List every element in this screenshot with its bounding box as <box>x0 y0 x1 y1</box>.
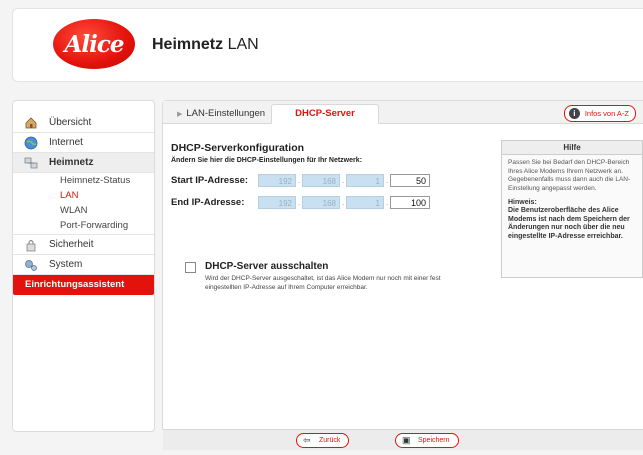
sidebar-subitem-wlan[interactable]: WLAN <box>13 203 154 218</box>
sidebar-item-label: Übersicht <box>49 117 92 128</box>
app-frame: Alice Heimnetz LAN Übersicht Internet He… <box>0 0 643 455</box>
octet-separator: . <box>342 176 345 185</box>
octet-separator: . <box>386 198 389 207</box>
end-ip-octet-4-input[interactable]: 100 <box>390 196 430 209</box>
sidebar-item-sicherheit[interactable]: Sicherheit <box>13 235 154 255</box>
sidebar-nav: Übersicht Internet Heimnetz Heimnetz-Sta… <box>13 113 154 295</box>
back-label: Zurück <box>319 437 341 444</box>
tab-arrow-icon: ▶ <box>177 111 183 118</box>
sidebar-item-uebersicht[interactable]: Übersicht <box>13 113 154 133</box>
help-box: Hilfe Passen Sie bei Bedarf den DHCP-Ber… <box>501 140 643 278</box>
globe-icon <box>24 136 38 150</box>
sidebar-subitem-heimnetz-status[interactable]: Heimnetz-Status <box>13 173 154 188</box>
end-ip-octet-3: 1 <box>346 196 384 209</box>
house-icon <box>25 117 37 129</box>
section-title: DHCP-Serverkonfiguration <box>171 142 305 154</box>
sidebar-item-system[interactable]: System <box>13 255 154 275</box>
end-ip-octet-1: 192 <box>258 196 296 209</box>
alice-logo: Alice <box>53 19 135 69</box>
octet-separator: . <box>342 198 345 207</box>
instructions: Ändern Sie hier die DHCP-Einstellungen f… <box>171 157 362 164</box>
network-icon <box>24 157 38 169</box>
setup-wizard-button[interactable]: Einrichtungsassistent <box>13 275 154 295</box>
help-note-heading: Hinweis: <box>508 199 537 206</box>
floppy-disk-icon: ▣ <box>402 435 411 445</box>
start-ip-octet-4-input[interactable]: 50 <box>390 174 430 187</box>
tab-label: LAN-Einstellungen <box>186 108 266 119</box>
sidebar: Übersicht Internet Heimnetz Heimnetz-Sta… <box>12 100 155 432</box>
sidebar-item-label: Heimnetz <box>49 157 94 168</box>
help-title: Hilfe <box>502 141 642 155</box>
save-label: Speichern <box>418 437 450 444</box>
start-ip-label: Start IP-Adresse: <box>171 175 249 186</box>
help-text: Passen Sie bei Bedarf den DHCP-Bereich I… <box>508 159 631 192</box>
dhcp-off-description: Wird der DHCP-Server ausgeschaltet, ist … <box>205 275 441 291</box>
start-ip-octet-3: 1 <box>346 174 384 187</box>
tab-dhcp-server[interactable]: DHCP-Server <box>271 104 379 124</box>
sidebar-item-label: System <box>49 259 83 270</box>
footer-bar: ⇦ Zurück ▣ Speichern <box>163 429 643 450</box>
infos-label: Infos von A-Z <box>584 109 629 118</box>
sidebar-subitem-lan[interactable]: LAN <box>13 188 154 203</box>
octet-separator: . <box>298 198 301 207</box>
sidebar-item-internet[interactable]: Internet <box>13 133 154 153</box>
lock-icon <box>26 240 36 252</box>
octet-separator: . <box>298 176 301 185</box>
help-note: Die Benutzeroberfläche des Alice Modems … <box>508 207 630 240</box>
octet-separator: . <box>386 176 389 185</box>
dhcp-off-label: DHCP-Server ausschalten <box>205 261 329 272</box>
end-ip-label: End IP-Adresse: <box>171 197 245 208</box>
back-button[interactable]: ⇦ Zurück <box>296 433 350 448</box>
sidebar-item-label: Sicherheit <box>49 239 94 250</box>
back-arrow-icon: ⇦ <box>303 435 311 445</box>
infos-a-z-button[interactable]: i Infos von A-Z <box>563 105 636 122</box>
sidebar-subitem-port-forwarding[interactable]: Port-Forwarding <box>13 218 154 235</box>
tab-bar: ▶ LAN-Einstellungen DHCP-Server i Infos vo… <box>163 101 643 124</box>
end-ip-octet-2: 168 <box>302 196 340 209</box>
main-panel: ▶ LAN-Einstellungen DHCP-Server i Infos vo… <box>162 100 643 450</box>
save-button[interactable]: ▣ Speichern <box>395 433 459 448</box>
start-ip-octet-1: 192 <box>258 174 296 187</box>
page-title: Heimnetz LAN <box>152 36 259 54</box>
page-title-rest: LAN <box>223 36 259 53</box>
info-icon: i <box>568 108 580 119</box>
sidebar-item-label: Internet <box>49 137 83 148</box>
dhcp-off-checkbox[interactable] <box>185 262 196 273</box>
sidebar-item-heimnetz[interactable]: Heimnetz <box>13 153 154 173</box>
gears-icon <box>25 260 37 271</box>
page-title-bold: Heimnetz <box>152 36 224 53</box>
tab-lan-einstellungen[interactable]: ▶ LAN-Einstellungen <box>167 105 275 123</box>
header: Alice Heimnetz LAN <box>12 8 643 82</box>
start-ip-octet-2: 168 <box>302 174 340 187</box>
